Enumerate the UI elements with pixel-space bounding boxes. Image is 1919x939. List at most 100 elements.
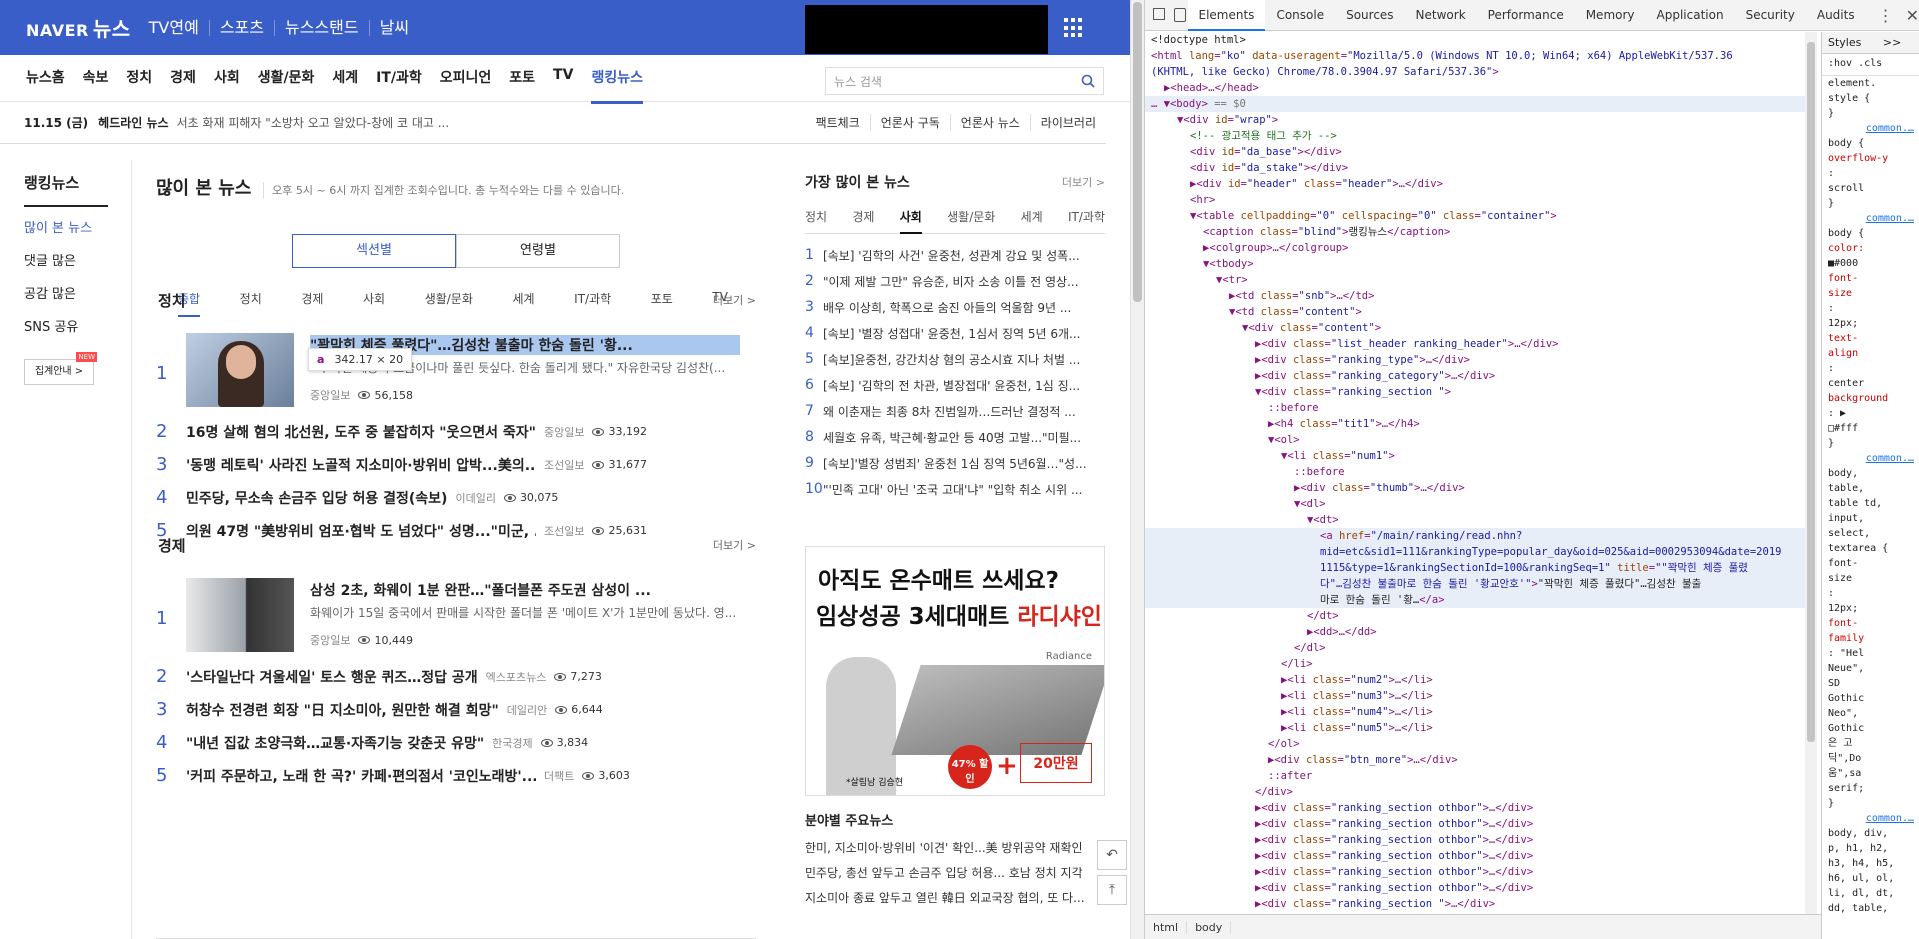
dom-node-line[interactable]: </li> bbox=[1145, 656, 1805, 672]
more-link[interactable]: 더보기 > bbox=[713, 537, 756, 553]
top-nav-item[interactable]: 스포츠 bbox=[208, 19, 274, 36]
dom-node-line[interactable]: ▶<colgroup>…</colgroup> bbox=[1145, 240, 1805, 256]
style-source-link[interactable]: common.… bbox=[1822, 811, 1919, 826]
most-viewed-tab[interactable]: 생활/문화 bbox=[947, 208, 995, 225]
dom-node-line[interactable]: <caption class="blind">랭킹뉴스</caption> bbox=[1145, 224, 1805, 240]
news-row[interactable]: 3 허창수 전경련 회장 "日 지소미아, 원만한 해결 희망" 데일리안 6,644 bbox=[156, 693, 756, 726]
dom-node-line[interactable]: <!-- 광고적용 태그 추가 --> bbox=[1145, 128, 1805, 144]
news-title[interactable]: "내년 집값 초양극화…교통·자족기능 갖춘곳 유망" bbox=[186, 733, 484, 753]
menu-item[interactable]: IT/과학 bbox=[376, 53, 422, 104]
dom-node-line[interactable]: ▶<li class="num5">…</li> bbox=[1145, 720, 1805, 736]
styles-filter[interactable]: :hov .cls bbox=[1822, 54, 1919, 76]
menu-item[interactable]: 정치 bbox=[126, 53, 152, 104]
news-row[interactable]: 2 16명 살해 혐의 北선원, 도주 중 붙잡히자 "웃으면서 죽자" 중앙일보 3… bbox=[156, 415, 756, 448]
dom-node-line[interactable]: ▶<div class="ranking_section othbor">…</… bbox=[1145, 832, 1805, 848]
headline-link[interactable]: 언론사 뉴스 bbox=[949, 114, 1030, 131]
most-viewed-item[interactable]: 1 [속보] '김학의 사건' 윤중천, 성관계 강요 및 성폭... bbox=[805, 242, 1105, 268]
dom-node-line[interactable]: <div id="da_base"></div> bbox=[1145, 144, 1805, 160]
menu-item[interactable]: 경제 bbox=[170, 53, 196, 104]
field-news-item[interactable]: 민주당, 총선 앞두고 손금주 입당 허용... 호남 정치 지각 bbox=[805, 864, 1105, 889]
dom-node-line[interactable]: ▶<li class="num3">…</li> bbox=[1145, 688, 1805, 704]
field-news-item[interactable]: 한미, 지소미아·방위비 '이견' 확인...美 방위공약 재확인 bbox=[805, 839, 1105, 864]
sidebar-item[interactable]: 댓글 많은 bbox=[24, 250, 131, 269]
press-name[interactable]: 이데일리 bbox=[455, 490, 495, 506]
dom-node-line[interactable]: ▶<h4 class="tit1">…</h4> bbox=[1145, 416, 1805, 432]
dom-node-line[interactable]: ▶<div class="ranking_type">…</div> bbox=[1145, 352, 1805, 368]
dom-node-line[interactable]: ▶<div id="header" class="header">…</div> bbox=[1145, 176, 1805, 192]
dom-node-line[interactable]: ▼<tr> bbox=[1145, 272, 1805, 288]
news-row[interactable]: 3 '동맹 레토릭' 사라진 노골적 지소미아·방위비 압박...美의... 조선일… bbox=[156, 448, 756, 481]
most-viewed-tab[interactable]: 세계 bbox=[1021, 208, 1043, 225]
dom-node-line[interactable]: ::before bbox=[1145, 400, 1805, 416]
grid-menu-icon[interactable] bbox=[1064, 18, 1084, 38]
dom-node-line[interactable]: ▶<dd>…</dd> bbox=[1145, 624, 1805, 640]
menu-item[interactable]: 사회 bbox=[214, 53, 240, 104]
most-viewed-tab[interactable]: 사회 bbox=[899, 208, 922, 234]
news-row[interactable]: 4 민주당, 무소속 손금주 입당 허용 결정(속보) 이데일리 30,075 bbox=[156, 481, 756, 514]
dom-node-line[interactable]: ▶<div class="list_header ranking_header"… bbox=[1145, 336, 1805, 352]
style-source-link[interactable]: common.… bbox=[1822, 121, 1919, 136]
news-title[interactable]: [속보] '김학의 사건' 윤중천, 성관계 강요 및 성폭... bbox=[823, 247, 1093, 264]
dom-node-line[interactable]: … ▼<body> == $0 bbox=[1145, 96, 1805, 112]
dom-node-line[interactable]: ▶<div class="ranking_section ">…</div> bbox=[1145, 896, 1805, 912]
top-news-item[interactable]: 1 삼성 2초, 화웨이 1분 완판…"폴더블폰 주도권 삼성이 ... 화웨이가 … bbox=[156, 578, 756, 656]
styles-tab[interactable]: Styles bbox=[1828, 36, 1861, 49]
dom-node-line[interactable]: mid=etc&sid1=111&rankingType=popular_day… bbox=[1145, 544, 1805, 560]
most-viewed-item[interactable]: 6 [속보] '김학의 전 차관, 별장접대' 윤중천, 1심 징... bbox=[805, 372, 1105, 398]
ranking-type-tab[interactable]: 섹션별 bbox=[292, 234, 456, 268]
dom-node-line[interactable]: ▼<td class="content"> bbox=[1145, 304, 1805, 320]
inspect-icon[interactable] bbox=[1145, 0, 1166, 31]
devtools-tab[interactable]: Audits bbox=[1806, 0, 1866, 31]
dom-node-line[interactable]: ▶<div class="ranking_section othbor">…</… bbox=[1145, 864, 1805, 880]
dom-node-line[interactable]: 1115&type=1&rankingSectionId=100&ranking… bbox=[1145, 560, 1805, 576]
scrollbar-thumb[interactable] bbox=[1133, 2, 1142, 302]
dom-node-line[interactable]: ▶<div class="ranking_section othbor">…</… bbox=[1145, 816, 1805, 832]
press-name[interactable]: 한국경제 bbox=[492, 735, 532, 751]
news-title[interactable]: 16명 살해 혐의 北선원, 도주 중 붙잡히자 "웃으면서 죽자" bbox=[186, 422, 536, 442]
more-link[interactable]: 더보기 > bbox=[713, 292, 756, 308]
scroll-top-button[interactable]: ⤒ bbox=[1097, 875, 1127, 905]
press-name[interactable]: 중앙일보 bbox=[310, 387, 350, 403]
news-title[interactable]: "'민족 고대' 아닌 '조국 고대'냐" "입학 취소 시위 ... bbox=[823, 481, 1093, 498]
elements-scrollbar[interactable] bbox=[1805, 32, 1817, 914]
dom-node-line[interactable]: ▶<li class="num4">…</li> bbox=[1145, 704, 1805, 720]
dom-node-line[interactable]: 마로 한숨 돌린 '황…</a> bbox=[1145, 592, 1805, 608]
devtools-tab[interactable]: Performance bbox=[1477, 0, 1575, 31]
most-viewed-tab[interactable]: 정치 bbox=[805, 208, 827, 225]
breadcrumb-item[interactable]: html bbox=[1145, 920, 1188, 934]
devtools-tab[interactable]: Memory bbox=[1575, 0, 1646, 31]
news-title[interactable]: '스타일난다 겨울세일' 토스 행운 퀴즈…정답 공개 bbox=[186, 667, 478, 687]
news-title[interactable]: [속보] '별장 성접대' 윤중천, 1심서 징역 5년 6개... bbox=[823, 325, 1093, 342]
news-title[interactable]: 민주당, 무소속 손금주 입당 허용 결정(속보) bbox=[186, 488, 447, 508]
devtools-tab[interactable]: Sources bbox=[1335, 0, 1404, 31]
field-news-item[interactable]: 지소미아 종료 앞두고 열린 韓日 외교국장 협의, 또 다... bbox=[805, 889, 1105, 914]
dom-node-line[interactable]: <a href="/main/ranking/read.nhn? bbox=[1145, 528, 1805, 544]
dom-node-line[interactable]: ::after bbox=[1145, 768, 1805, 784]
dom-node-line[interactable]: (KHTML, like Gecko) Chrome/78.0.3904.97 … bbox=[1145, 64, 1805, 80]
most-viewed-item[interactable]: 2 "이제 제발 그만" 유승준, 비자 소송 이틀 전 영상... bbox=[805, 268, 1105, 294]
news-title[interactable]: 삼성 2초, 화웨이 1분 완판…"폴더블폰 주도권 삼성이 ... bbox=[310, 580, 740, 600]
dom-node-line[interactable]: ▼<table cellpadding="0" cellspacing="0" … bbox=[1145, 208, 1805, 224]
page-scrollbar[interactable] bbox=[1130, 0, 1144, 939]
dom-node-line[interactable]: <html lang="ko" data-useragent="Mozilla/… bbox=[1145, 48, 1805, 64]
news-title[interactable]: [속보]'별장 성범죄' 윤중천 1심 징역 5년6월…"성... bbox=[823, 455, 1093, 472]
sidebar-item[interactable]: 많이 본 뉴스 bbox=[24, 217, 131, 236]
top-nav-item[interactable]: 날씨 bbox=[368, 19, 419, 36]
top-nav-item[interactable]: TV연예 bbox=[139, 19, 209, 36]
dom-node-line[interactable]: ▶<div class="ranking_section othbor">…</… bbox=[1145, 848, 1805, 864]
advertisement-banner[interactable]: 아직도 온수매트 쓰세요? 임상성공 3세대매트 라디샤인 Radiance 4… bbox=[805, 546, 1105, 796]
news-title[interactable]: 세월호 유족, 박근혜·황교안 등 40명 고발..."미필... bbox=[823, 429, 1093, 446]
dom-node-line[interactable]: ▶<li class="num2">…</li> bbox=[1145, 672, 1805, 688]
news-title[interactable]: 왜 이춘재는 최종 8차 진범일까…드러난 결정적 ... bbox=[823, 403, 1093, 420]
most-viewed-tab[interactable]: IT/과학 bbox=[1068, 208, 1105, 225]
most-viewed-item[interactable]: 7 왜 이춘재는 최종 8차 진범일까…드러난 결정적 ... bbox=[805, 398, 1105, 424]
dom-node-line[interactable]: ▼<div class="ranking_section "> bbox=[1145, 384, 1805, 400]
menu-item[interactable]: 랭킹뉴스 bbox=[591, 53, 643, 104]
news-row[interactable]: 2 '스타일난다 겨울세일' 토스 행운 퀴즈…정답 공개 엑스포츠뉴스 7,273 bbox=[156, 660, 756, 693]
news-row[interactable]: 4 "내년 집값 초양극화…교통·자족기능 갖춘곳 유망" 한국경제 3,834 bbox=[156, 726, 756, 759]
news-title[interactable]: [속보]윤중천, 강간치상 혐의 공소시효 지나 처벌 ... bbox=[823, 351, 1093, 368]
press-name[interactable]: 중앙일보 bbox=[310, 632, 350, 648]
most-viewed-item[interactable]: 8 세월호 유족, 박근혜·황교안 등 40명 고발..."미필... bbox=[805, 424, 1105, 450]
dom-node-line[interactable]: ▶<head>…</head> bbox=[1145, 80, 1805, 96]
guide-button[interactable]: 집계안내 > NEW bbox=[24, 352, 97, 385]
